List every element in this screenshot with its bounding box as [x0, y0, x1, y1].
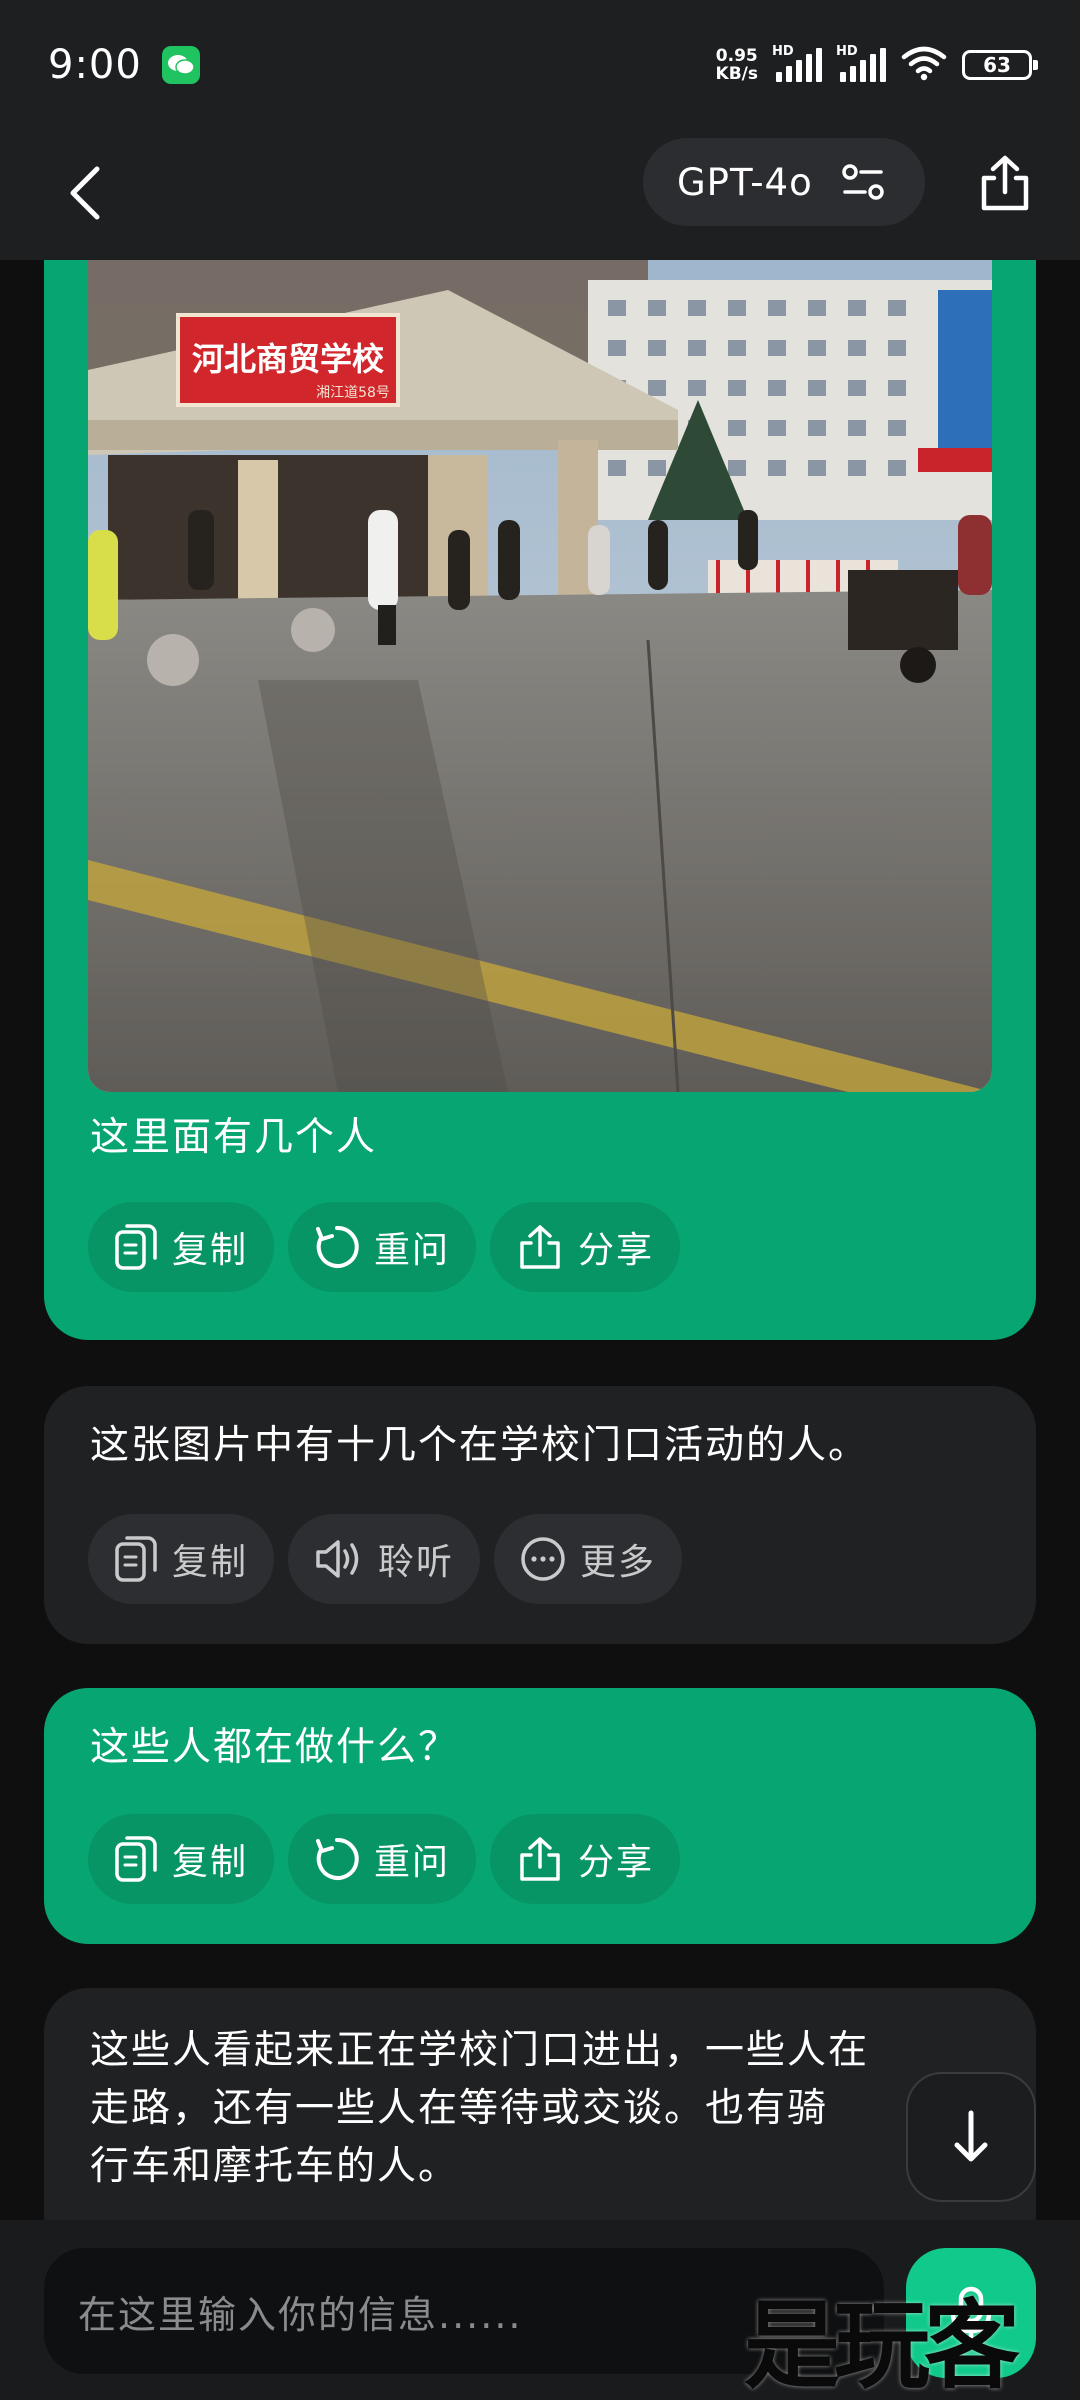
more-label: 更多: [580, 1542, 657, 1583]
attached-photo[interactable]: 河北商贸学校 湘江道58号: [88, 260, 992, 1092]
status-time: 9:00: [48, 42, 142, 88]
assistant-message: 这张图片中有十几个在学校门口活动的人。 复制 聆听 更多: [44, 1386, 1036, 1644]
copy-icon: [115, 1836, 157, 1882]
model-name: GPT-4o: [677, 160, 813, 204]
net-speed-value: 0.95: [715, 46, 758, 66]
assistant-message-text: 这些人看起来正在学校门口进出，一些人在 走路，还有一些人在等待或交谈。也有骑 行…: [90, 2022, 869, 2196]
share-label: 分享: [578, 1842, 655, 1883]
share-label: 分享: [578, 1230, 655, 1271]
chat-scroll-area[interactable]: 河北商贸学校 湘江道58号 这里面有几个人 复制 重问 分享 这张图片中有十几个…: [0, 260, 1080, 2220]
arrow-down-icon: [954, 2110, 988, 2162]
assistant-text-line: 这些人看起来正在学校门口进出，一些人在: [90, 2028, 870, 2073]
settings-sliders-icon: [841, 164, 884, 200]
net-speed-unit: KB/s: [715, 64, 758, 84]
user-message-text: 这里面有几个人: [90, 1115, 378, 1160]
back-button[interactable]: [50, 158, 120, 228]
retry-label: 重问: [374, 1230, 451, 1271]
signal-icon: HD: [772, 44, 822, 82]
signal-icon: HD: [836, 44, 886, 82]
more-button[interactable]: 更多: [494, 1514, 683, 1604]
model-selector[interactable]: GPT-4o: [643, 138, 925, 226]
copy-button[interactable]: 复制: [88, 1202, 275, 1292]
speaker-icon: [316, 1540, 359, 1578]
assistant-text-line: 走路，还有一些人在等待或交谈。也有骑: [90, 2086, 829, 2131]
share-icon: [981, 155, 1029, 211]
back-arrow-icon: [70, 166, 100, 220]
copy-button[interactable]: 复制: [88, 1514, 275, 1604]
hd-label: HD: [836, 44, 858, 59]
watermark: 是玩客: [744, 2289, 1020, 2400]
scroll-to-bottom-button[interactable]: [906, 2072, 1036, 2202]
copy-icon: [115, 1224, 157, 1270]
listen-button[interactable]: 聆听: [288, 1514, 481, 1604]
retry-icon: [316, 1225, 359, 1268]
assistant-text-line: 行车和摩托车的人。: [90, 2144, 460, 2189]
copy-label: 复制: [172, 1542, 249, 1583]
retry-icon: [316, 1837, 359, 1880]
app-header: GPT-4o: [0, 130, 1080, 260]
battery-icon: 63: [962, 50, 1038, 80]
image-sign-text: 河北商贸学校: [192, 340, 384, 378]
more-icon: [521, 1537, 565, 1581]
assistant-message: 这些人看起来正在学校门口进出，一些人在 走路，还有一些人在等待或交谈。也有骑 行…: [44, 1988, 1036, 2220]
copy-icon: [115, 1536, 157, 1582]
status-indicators: 0.95 KB/s HD HD 63: [716, 44, 1038, 85]
hd-label: HD: [772, 44, 794, 59]
share-message-button[interactable]: 分享: [490, 1202, 681, 1292]
retry-label: 重问: [374, 1842, 451, 1883]
wechat-icon: [161, 46, 200, 84]
user-message: 这些人都在做什么？ 复制 重问 分享: [44, 1688, 1036, 1944]
wifi-icon: [900, 45, 948, 85]
school-gate-photo: 河北商贸学校 湘江道58号: [88, 260, 992, 1092]
share-icon: [520, 1837, 560, 1881]
chat-screen: 9:00 0.95 KB/s HD HD 63 GPT-4o 河北商贸学校 湘江…: [0, 0, 1080, 2400]
message-actions: 复制 重问 分享: [88, 1202, 681, 1292]
user-message-text: 这些人都在做什么？: [90, 1725, 460, 1770]
user-message: 河北商贸学校 湘江道58号 这里面有几个人 复制 重问 分享: [44, 260, 1036, 1340]
image-sign-subtext: 湘江道58号: [316, 385, 390, 401]
copy-button[interactable]: 复制: [88, 1814, 275, 1904]
share-icon: [520, 1225, 560, 1269]
message-actions: 复制 聆听 更多: [88, 1514, 683, 1604]
listen-label: 聆听: [378, 1542, 455, 1583]
retry-button[interactable]: 重问: [288, 1814, 477, 1904]
share-button[interactable]: [970, 148, 1040, 218]
battery-level: 63: [983, 53, 1011, 77]
assistant-message-text: 这张图片中有十几个在学校门口活动的人。: [90, 1423, 870, 1468]
share-message-button[interactable]: 分享: [490, 1814, 681, 1904]
message-actions: 复制 重问 分享: [88, 1814, 681, 1904]
net-speed: 0.95 KB/s: [716, 47, 758, 83]
status-bar: 9:00 0.95 KB/s HD HD 63: [0, 0, 1080, 130]
copy-label: 复制: [172, 1842, 249, 1883]
retry-button[interactable]: 重问: [288, 1202, 477, 1292]
copy-label: 复制: [172, 1230, 249, 1271]
